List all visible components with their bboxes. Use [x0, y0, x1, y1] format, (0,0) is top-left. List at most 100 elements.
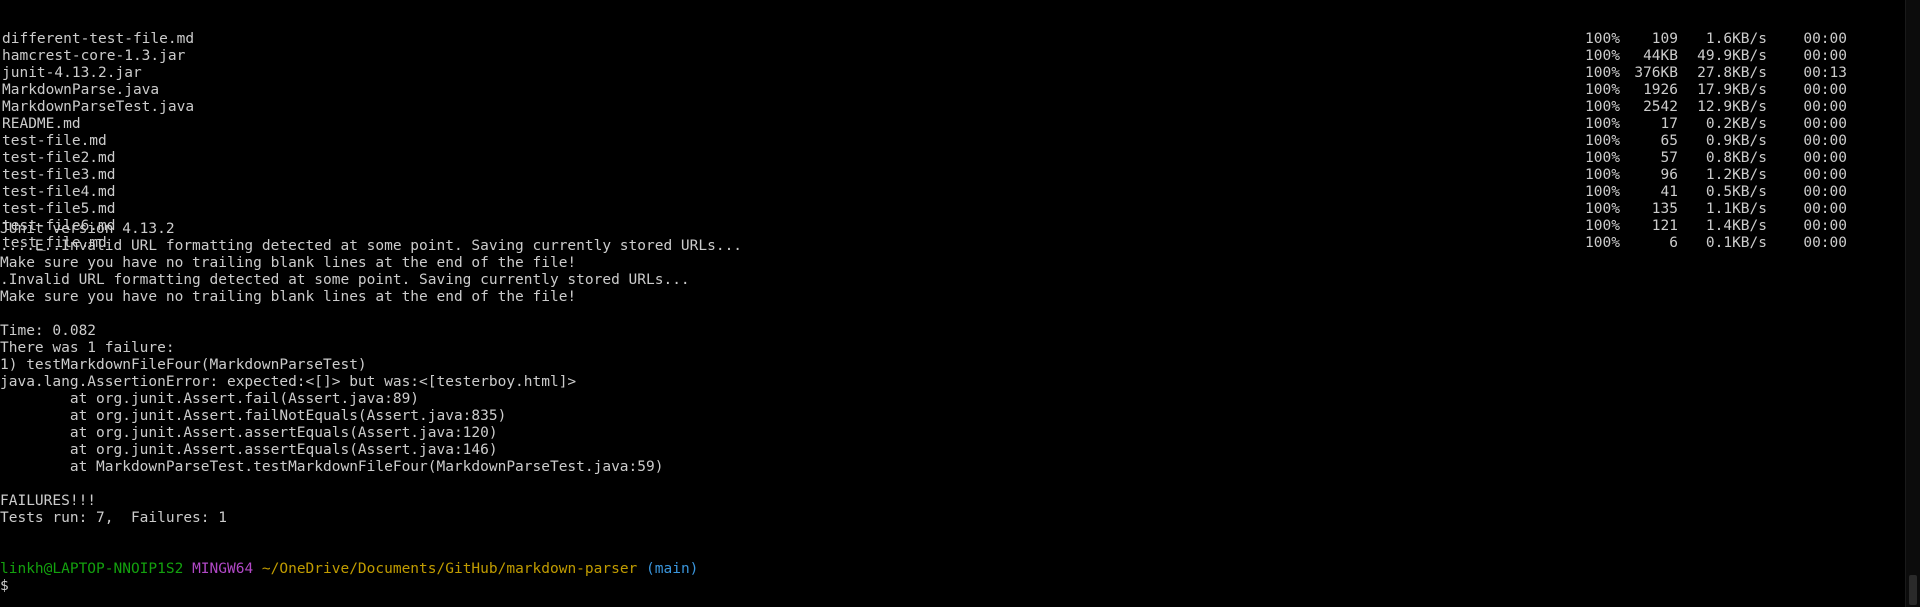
transfer-eta: 00:00	[1803, 48, 1847, 64]
warning-line: Make sure you have no trailing blank lin…	[0, 289, 577, 305]
transfer-stats: 100% 57 0.8KB/s 00:00	[1585, 150, 1847, 167]
assertion-error-line: java.lang.AssertionError: expected:<[]> …	[0, 374, 577, 390]
transfer-size: 2542	[1643, 99, 1678, 115]
transfer-eta: 00:00	[1803, 133, 1847, 149]
transfer-filename: test-file5.md	[2, 201, 116, 217]
transfer-size: 109	[1651, 31, 1678, 47]
failures-banner: FAILURES!!!	[0, 493, 97, 509]
transfer-filename: MarkdownParse.java	[2, 82, 160, 98]
scrollbar-thumb[interactable]	[1909, 575, 1917, 605]
transfer-eta: 00:13	[1803, 65, 1847, 81]
transfer-size: 17	[1660, 116, 1678, 132]
transfer-percent: 100%	[1585, 150, 1620, 166]
stack-trace-line: at MarkdownParseTest.testMarkdownFileFou…	[0, 459, 664, 475]
transfer-stats: 100% 41 0.5KB/s 00:00	[1585, 184, 1847, 201]
command-input-line[interactable]: $	[0, 578, 9, 595]
transfer-stats: 100% 1926 17.9KB/s 00:00	[1585, 82, 1847, 99]
transfer-stats: 100% 65 0.9KB/s 00:00	[1585, 133, 1847, 150]
transfer-list: different-test-file.md 100% 109 1.6KB/s 00:0…	[0, 31, 1906, 255]
transfer-eta: 00:00	[1803, 184, 1847, 200]
failure-count-line: There was 1 failure:	[0, 340, 175, 356]
transfer-size: 96	[1660, 167, 1678, 183]
test-run-line: .Invalid URL formatting detected at some…	[0, 272, 690, 288]
transfer-stats: 100% 121 1.4KB/s 00:00	[1585, 218, 1847, 235]
transfer-eta: 00:00	[1803, 150, 1847, 166]
transfer-rate: 27.8KB/s	[1697, 65, 1767, 81]
transfer-stats: 100% 135 1.1KB/s 00:00	[1585, 201, 1847, 218]
transfer-eta: 00:00	[1803, 218, 1847, 234]
transfer-percent: 100%	[1585, 48, 1620, 64]
transfer-percent: 100%	[1585, 116, 1620, 132]
transfer-percent: 100%	[1585, 99, 1620, 115]
transfer-stats: 100% 109 1.6KB/s 00:00	[1585, 31, 1847, 48]
prompt-symbol: $	[0, 578, 9, 594]
transfer-size: 6	[1669, 235, 1678, 251]
transfer-eta: 00:00	[1803, 99, 1847, 115]
warning-line: Make sure you have no trailing blank lin…	[0, 255, 577, 271]
prompt-shell: MINGW64	[192, 561, 254, 577]
stack-trace-line: at org.junit.Assert.assertEquals(Assert.…	[0, 442, 498, 458]
transfer-size: 121	[1651, 218, 1678, 234]
transfer-filename: junit-4.13.2.jar	[2, 65, 142, 81]
failed-test-line: 1) testMarkdownFileFour(MarkdownParseTes…	[0, 357, 367, 373]
transfer-rate: 0.8KB/s	[1705, 150, 1767, 166]
transfer-eta: 00:00	[1803, 201, 1847, 217]
transfer-size: 57	[1660, 150, 1678, 166]
transfer-eta: 00:00	[1803, 235, 1847, 251]
junit-version-line: JUnit version 4.13.2	[0, 221, 175, 237]
transfer-stats: 100% 2542 12.9KB/s 00:00	[1585, 99, 1847, 116]
transfer-rate: 49.9KB/s	[1697, 48, 1767, 64]
transfer-filename: test-file4.md	[2, 184, 116, 200]
transfer-size: 1926	[1643, 82, 1678, 98]
transfer-filename: test-file.md	[2, 133, 107, 149]
transfer-rate: 0.5KB/s	[1705, 184, 1767, 200]
terminal-window[interactable]: different-test-file.md 100% 109 1.6KB/s 00:0…	[0, 0, 1906, 607]
transfer-percent: 100%	[1585, 184, 1620, 200]
stack-trace-line: at org.junit.Assert.assertEquals(Assert.…	[0, 425, 498, 441]
transfer-rate: 1.2KB/s	[1705, 167, 1767, 183]
transfer-size: 65	[1660, 133, 1678, 149]
transfer-eta: 00:00	[1803, 82, 1847, 98]
prompt-path: ~/OneDrive/Documents/GitHub/markdown-par…	[261, 561, 638, 577]
transfer-percent: 100%	[1585, 167, 1620, 183]
transfer-filename: test-file2.md	[2, 150, 116, 166]
transfer-stats: 100% 376KB 27.8KB/s 00:13	[1585, 65, 1847, 82]
transfer-filename: hamcrest-core-1.3.jar	[2, 48, 186, 64]
test-run-line: ....E..Invalid URL formatting detected a…	[0, 238, 743, 254]
transfer-stats: 100% 96 1.2KB/s 00:00	[1585, 167, 1847, 184]
transfer-eta: 00:00	[1803, 31, 1847, 47]
transfer-size: 376KB	[1634, 65, 1678, 81]
transfer-filename: test-file3.md	[2, 167, 116, 183]
transfer-size: 135	[1651, 201, 1678, 217]
stack-trace-line: at org.junit.Assert.failNotEquals(Assert…	[0, 408, 507, 424]
prompt-branch: (main)	[646, 561, 699, 577]
transfer-filename: MarkdownParseTest.java	[2, 99, 195, 115]
time-line: Time: 0.082	[0, 323, 97, 339]
shell-prompt: linkh@LAPTOP-NNOIP1S2 MINGW64 ~/OneDrive…	[0, 561, 698, 578]
transfer-rate: 17.9KB/s	[1697, 82, 1767, 98]
transfer-rate: 12.9KB/s	[1697, 99, 1767, 115]
transfer-rate: 0.9KB/s	[1705, 133, 1767, 149]
transfer-stats: 100% 17 0.2KB/s 00:00	[1585, 116, 1847, 133]
transfer-percent: 100%	[1585, 218, 1620, 234]
transfer-percent: 100%	[1585, 82, 1620, 98]
transfer-percent: 100%	[1585, 133, 1620, 149]
vertical-scrollbar[interactable]	[1905, 0, 1920, 607]
transfer-filename: README.md	[2, 116, 81, 132]
prompt-user-host: linkh@LAPTOP-NNOIP1S2	[0, 561, 184, 577]
transfer-percent: 100%	[1585, 31, 1620, 47]
transfer-rate: 0.2KB/s	[1705, 116, 1767, 132]
stack-trace-line: at org.junit.Assert.fail(Assert.java:89)	[0, 391, 420, 407]
transfer-rate: 1.1KB/s	[1705, 201, 1767, 217]
tests-summary: Tests run: 7, Failures: 1	[0, 510, 227, 526]
transfer-rate: 0.1KB/s	[1705, 235, 1767, 251]
transfer-eta: 00:00	[1803, 116, 1847, 132]
transfer-rate: 1.4KB/s	[1705, 218, 1767, 234]
transfer-size: 41	[1660, 184, 1678, 200]
transfer-stats: 100% 6 0.1KB/s 00:00	[1585, 235, 1847, 252]
transfer-percent: 100%	[1585, 65, 1620, 81]
transfer-percent: 100%	[1585, 235, 1620, 251]
transfer-stats: 100% 44KB 49.9KB/s 00:00	[1585, 48, 1847, 65]
transfer-size: 44KB	[1643, 48, 1678, 64]
transfer-eta: 00:00	[1803, 167, 1847, 183]
